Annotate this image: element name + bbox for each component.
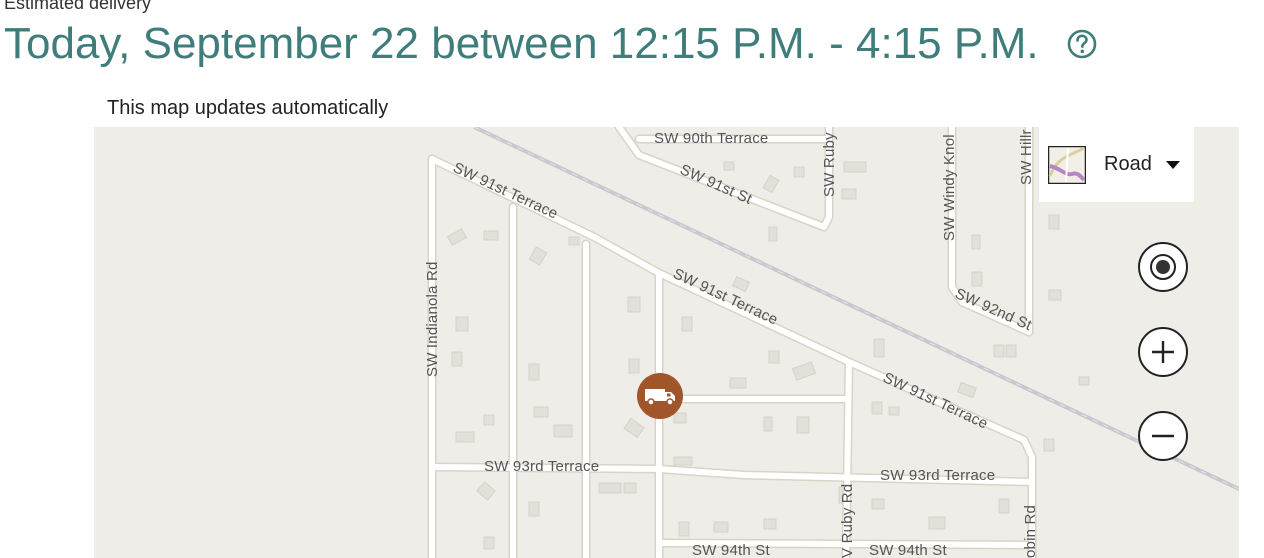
street-label: SW 93rd Terrace bbox=[880, 467, 995, 484]
minus-icon bbox=[1152, 434, 1174, 438]
road-map-thumbnail-icon bbox=[1048, 145, 1086, 184]
locate-me-icon bbox=[1150, 254, 1176, 280]
chevron-down-icon bbox=[1165, 160, 1180, 169]
map-update-note: This map updates automatically bbox=[107, 97, 389, 119]
zoom-out-button[interactable] bbox=[1138, 411, 1188, 461]
map-type-label: Road bbox=[1104, 153, 1152, 175]
delivery-window-heading: Today, September 22 between 12:15 P.M. -… bbox=[4, 19, 1039, 68]
street-label: SW 91st Terrace bbox=[450, 159, 560, 222]
street-label: SW 94th St bbox=[869, 542, 947, 558]
zoom-in-button[interactable] bbox=[1138, 327, 1188, 377]
delivery-map[interactable]: SW 90th Terrace SW 91st St SW Ruby SW Wi… bbox=[94, 127, 1239, 558]
delivery-vehicle-marker[interactable] bbox=[637, 373, 683, 419]
building-footprints bbox=[446, 161, 1090, 550]
street-label: SW 94th St bbox=[692, 542, 770, 558]
street-label: SW 91st Terrace bbox=[880, 369, 990, 432]
street-label: SW 91st St bbox=[677, 161, 755, 208]
locate-me-button[interactable] bbox=[1138, 242, 1188, 292]
street-label: SW 92nd St bbox=[952, 285, 1034, 334]
street-label: SW Hillr bbox=[1018, 129, 1035, 185]
map-type-selector[interactable]: Road bbox=[1039, 127, 1194, 202]
delivery-truck-icon bbox=[645, 389, 675, 406]
estimated-delivery-label: Estimated delivery bbox=[4, 0, 152, 13]
street-label: SW Windy Knol bbox=[941, 134, 958, 241]
street-label: V Ruby Rd bbox=[839, 484, 856, 558]
street-label: obin Rd bbox=[1022, 505, 1039, 558]
street-label: SW 93rd Terrace bbox=[484, 458, 599, 475]
plus-icon bbox=[1152, 341, 1174, 363]
street-label: SW Indianola Rd bbox=[424, 261, 441, 377]
street-label: SW Ruby bbox=[821, 132, 838, 197]
question-mark-circle-icon[interactable] bbox=[1066, 28, 1098, 60]
street-label: SW 90th Terrace bbox=[654, 130, 768, 147]
